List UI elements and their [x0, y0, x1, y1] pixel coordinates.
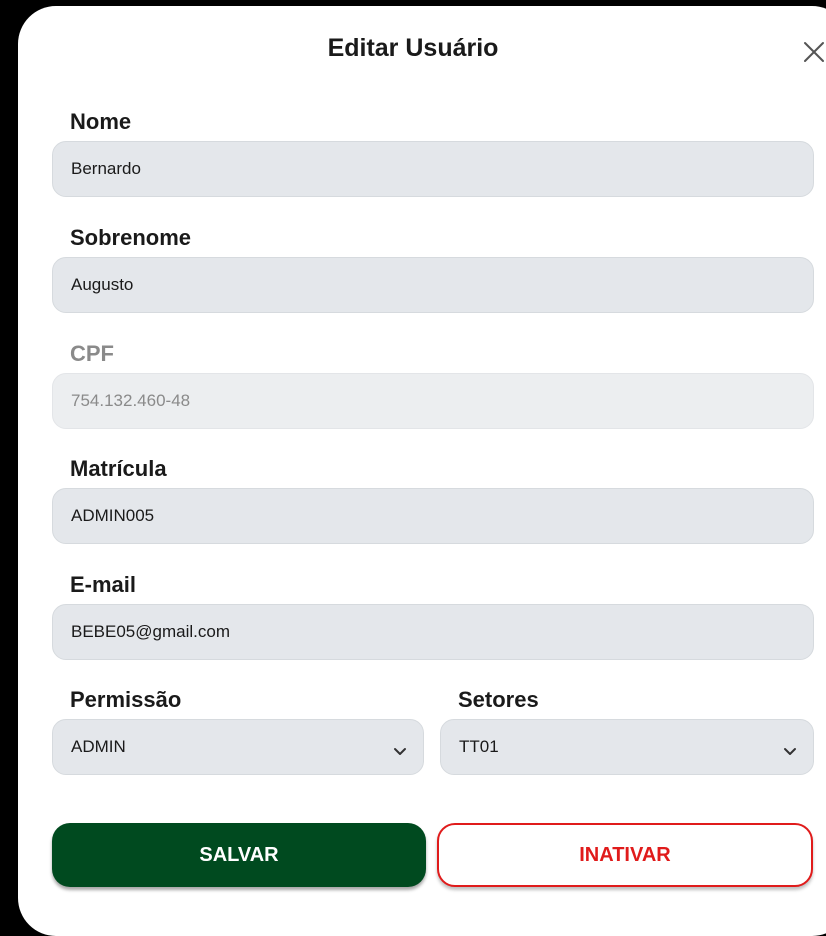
setores-label: Setores: [458, 687, 539, 712]
chevron-down-icon: [783, 742, 797, 755]
inactivate-button[interactable]: INATIVAR: [437, 823, 813, 887]
cpf-label: CPF: [70, 341, 114, 366]
sobrenome-label: Sobrenome: [70, 225, 192, 250]
permissao-select[interactable]: ADMIN: [52, 719, 424, 775]
cpf-input: 754.132.460-48: [52, 373, 814, 429]
email-input[interactable]: BEBE05@gmail.com: [52, 604, 814, 660]
save-button[interactable]: SALVAR: [52, 823, 426, 887]
matricula-label: Matrícula: [70, 456, 167, 481]
permissao-label: Permissão: [70, 687, 182, 712]
sobrenome-input[interactable]: Augusto: [52, 257, 814, 313]
nome-label: Nome: [70, 109, 132, 134]
permissao-selected-value: ADMIN: [71, 737, 126, 756]
email-label: E-mail: [70, 572, 137, 597]
setores-selected-value: TT01: [459, 737, 499, 756]
nome-input[interactable]: Bernardo: [52, 141, 814, 197]
matricula-input[interactable]: ADMIN005: [52, 488, 814, 544]
chevron-down-icon: [393, 742, 407, 755]
modal-title: Editar Usuário: [327, 34, 499, 62]
close-icon[interactable]: [802, 38, 826, 66]
setores-select[interactable]: TT01: [440, 719, 814, 775]
